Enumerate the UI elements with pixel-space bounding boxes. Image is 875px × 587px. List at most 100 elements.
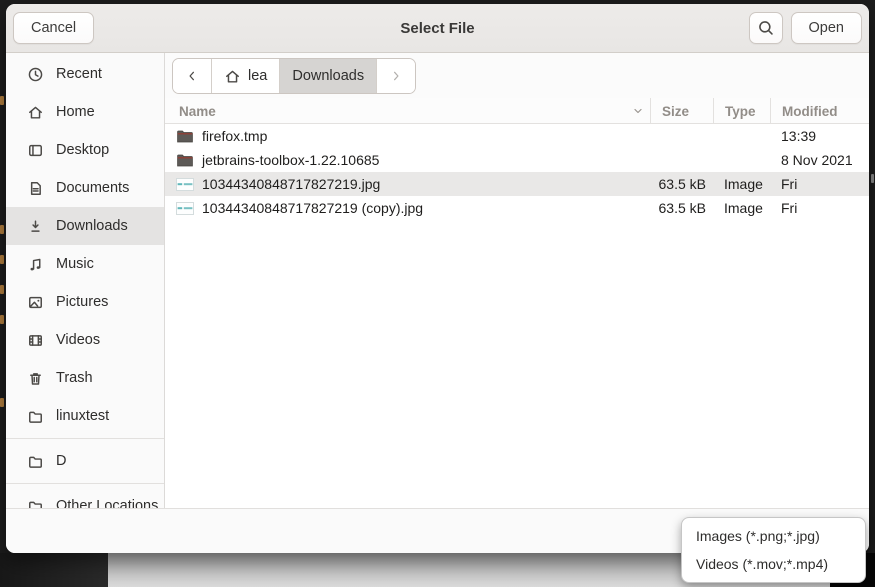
column-header-modified[interactable]: Modified — [770, 98, 869, 124]
file-name-cell: 10344340848717827219 (copy).jpg — [165, 200, 650, 216]
sidebar-item-label: Pictures — [56, 294, 108, 310]
file-row[interactable]: 10344340848717827219.jpg 63.5 kBImageFri — [165, 172, 869, 196]
chevron-right-icon — [389, 69, 403, 83]
home-icon — [27, 104, 44, 121]
film-icon — [27, 332, 44, 349]
trash-icon — [27, 370, 44, 387]
image-file-icon — [176, 178, 194, 191]
list-header: Name Size Type Modified — [165, 98, 869, 124]
home-breadcrumb-label: lea — [248, 68, 267, 84]
file-name-cell: firefox.tmp — [165, 128, 650, 144]
column-header-name-label: Name — [179, 104, 216, 119]
back-button[interactable] — [173, 59, 212, 93]
background-artifact — [0, 96, 4, 105]
sidebar-separator — [6, 483, 164, 484]
file-filter-popup: Images (*.png;*.jpg)Videos (*.mov;*.mp4) — [681, 517, 866, 583]
cancel-button[interactable]: Cancel — [13, 12, 94, 44]
column-header-type[interactable]: Type — [713, 98, 770, 124]
file-name: jetbrains-toolbox-1.22.10685 — [202, 152, 379, 168]
forward-button[interactable] — [377, 59, 415, 93]
sidebar-item-label: Documents — [56, 180, 129, 196]
sidebar-separator — [6, 438, 164, 439]
sidebar-item-videos[interactable]: Videos — [6, 321, 164, 359]
pathbar: lea Downloads — [172, 58, 416, 94]
filter-option[interactable]: Videos (*.mov;*.mp4) — [682, 550, 865, 578]
sidebar-item-label: Recent — [56, 66, 102, 82]
background-artifact — [0, 225, 4, 234]
file-name: firefox.tmp — [202, 128, 267, 144]
file-name: 10344340848717827219.jpg — [202, 176, 380, 192]
folder-file-icon — [176, 129, 194, 143]
image-file-icon — [176, 202, 194, 215]
folder-icon — [27, 453, 44, 470]
magnifier-icon — [757, 19, 775, 37]
folder-file-icon — [176, 153, 194, 167]
sidebar-item-home[interactable]: Home — [6, 93, 164, 131]
file-modified: Fri — [770, 176, 869, 192]
background-artifact — [871, 174, 874, 183]
column-header-name[interactable]: Name — [165, 98, 650, 124]
screenshot-root: Cancel Select File Open Recent Home Deskto… — [0, 0, 875, 587]
download-icon — [27, 218, 44, 235]
sidebar-item-label: Downloads — [56, 218, 128, 234]
sidebar-item-label: Desktop — [56, 142, 109, 158]
file-chooser-dialog: Cancel Select File Open Recent Home Deskto… — [6, 4, 869, 553]
file-name-cell: jetbrains-toolbox-1.22.10685 — [165, 152, 650, 168]
sidebar: Recent Home Desktop Documents Downloads Music… — [6, 53, 165, 508]
sidebar-item-desktop[interactable]: Desktop — [6, 131, 164, 169]
file-list: firefox.tmp 13:39 jetbrains-toolbox-1.22.1… — [165, 124, 869, 508]
file-row[interactable]: jetbrains-toolbox-1.22.10685 8 Nov 2021 — [165, 148, 869, 172]
pathbar-row: lea Downloads — [165, 53, 869, 98]
clock-icon — [27, 66, 44, 83]
music-icon — [27, 256, 44, 273]
file-name: 10344340848717827219 (copy).jpg — [202, 200, 423, 216]
file-modified: Fri — [770, 200, 869, 216]
sidebar-item-label: Home — [56, 104, 95, 120]
sidebar-item-other-locations[interactable]: Other Locations — [6, 487, 164, 508]
content-pane: lea Downloads Name Size Type — [165, 53, 869, 508]
sidebar-item-label: Trash — [56, 370, 93, 386]
sidebar-item-label: Videos — [56, 332, 100, 348]
background-window-dark — [0, 553, 108, 587]
home-icon — [224, 68, 241, 85]
dialog-title: Select File — [6, 20, 869, 37]
search-button[interactable] — [749, 12, 783, 44]
sidebar-item-d[interactable]: D — [6, 442, 164, 480]
sidebar-item-label: Music — [56, 256, 94, 272]
file-row[interactable]: 10344340848717827219 (copy).jpg 63.5 kBIm… — [165, 196, 869, 220]
sidebar-item-downloads[interactable]: Downloads — [6, 207, 164, 245]
sidebar-item-linuxtest[interactable]: linuxtest — [6, 397, 164, 435]
sidebar-item-music[interactable]: Music — [6, 245, 164, 283]
file-size: 63.5 kB — [650, 176, 713, 192]
file-modified: 13:39 — [770, 128, 869, 144]
chevron-down-icon — [632, 105, 644, 117]
open-button[interactable]: Open — [791, 12, 862, 44]
folder-icon — [27, 498, 44, 509]
sidebar-item-label: D — [56, 453, 66, 469]
headerbar: Cancel Select File Open — [6, 4, 869, 53]
file-type: Image — [713, 200, 770, 216]
file-type: Image — [713, 176, 770, 192]
picture-icon — [27, 294, 44, 311]
sidebar-item-trash[interactable]: Trash — [6, 359, 164, 397]
filter-option[interactable]: Images (*.png;*.jpg) — [682, 522, 865, 550]
file-modified: 8 Nov 2021 — [770, 152, 869, 168]
sidebar-item-label: Other Locations — [56, 498, 158, 508]
dialog-body: Recent Home Desktop Documents Downloads Music… — [6, 53, 869, 508]
home-breadcrumb-button[interactable]: lea — [212, 59, 280, 93]
background-artifact — [0, 398, 4, 407]
background-artifact — [0, 315, 4, 324]
background-artifact — [0, 255, 4, 264]
sidebar-item-documents[interactable]: Documents — [6, 169, 164, 207]
background-artifact — [0, 285, 4, 294]
file-size: 63.5 kB — [650, 200, 713, 216]
folder-icon — [27, 408, 44, 425]
current-folder-breadcrumb-button[interactable]: Downloads — [280, 59, 377, 93]
chevron-left-icon — [185, 69, 199, 83]
sidebar-item-label: linuxtest — [56, 408, 109, 424]
sidebar-item-recent[interactable]: Recent — [6, 55, 164, 93]
sidebar-item-pictures[interactable]: Pictures — [6, 283, 164, 321]
file-name-cell: 10344340848717827219.jpg — [165, 176, 650, 192]
file-row[interactable]: firefox.tmp 13:39 — [165, 124, 869, 148]
column-header-size[interactable]: Size — [650, 98, 713, 124]
